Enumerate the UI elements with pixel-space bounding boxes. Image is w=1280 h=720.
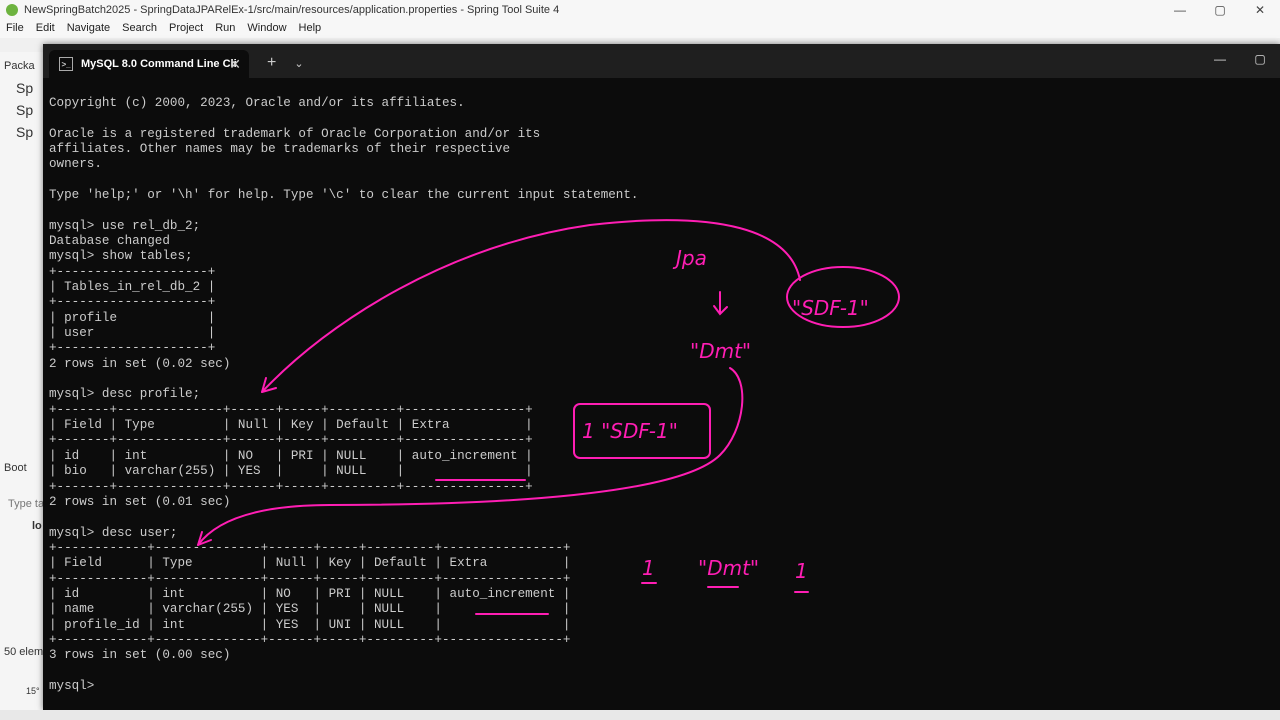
tree-item-local[interactable]: lo	[32, 520, 42, 532]
terminal-line: | name | varchar(255) | YES | | NULL | |	[49, 602, 571, 617]
terminal-line: | Tables_in_rel_db_2 |	[49, 280, 216, 295]
terminal-line: affiliates. Other names may be trademark…	[49, 142, 511, 157]
tree-item-project-3[interactable]: Sp	[16, 124, 33, 140]
filter-input[interactable]: Type ta	[8, 498, 44, 510]
terminal-line: +--------------------+	[49, 341, 216, 356]
menu-navigate[interactable]: Navigate	[61, 20, 116, 38]
terminal-line: Copyright (c) 2000, 2023, Oracle and/or …	[49, 96, 465, 110]
terminal-line: owners.	[49, 157, 102, 172]
terminal-line: Type 'help;' or '\h' for help. Type '\c'…	[49, 188, 639, 203]
terminal-icon: >_	[59, 57, 73, 71]
chevron-down-icon[interactable]: ⌄	[294, 57, 303, 70]
maximize-button[interactable]: ▢	[1200, 0, 1240, 20]
terminal-line: | Field | Type | Null | Key | Default | …	[49, 418, 533, 433]
menu-window[interactable]: Window	[241, 20, 292, 38]
status-count: 50 eleme	[4, 646, 44, 658]
terminal-line: +--------------------+	[49, 295, 216, 310]
minimize-button[interactable]: —	[1160, 0, 1200, 20]
terminal-line: | bio | varchar(255) | YES | | NULL | |	[49, 464, 533, 479]
terminal-line: +------------+--------------+------+----…	[49, 571, 571, 586]
close-tab-icon[interactable]: ✕	[229, 56, 241, 73]
menu-edit[interactable]: Edit	[30, 20, 61, 38]
terminal-line: +--------------------+	[49, 264, 216, 279]
terminal-line: mysql> desc user;	[49, 525, 178, 540]
menu-run[interactable]: Run	[209, 20, 241, 38]
terminal-line: 2 rows in set (0.01 sec)	[49, 494, 231, 509]
close-button[interactable]: ✕	[1240, 0, 1280, 20]
ide-menu-bar: File Edit Navigate Search Project Run Wi…	[0, 20, 1280, 38]
tree-item-project-1[interactable]: Sp	[16, 80, 33, 96]
terminal-line: +-------+--------------+------+-----+---…	[49, 433, 533, 448]
terminal-line: +-------+--------------+------+-----+---…	[49, 479, 533, 494]
terminal-line: Oracle is a registered trademark of Orac…	[49, 126, 541, 141]
terminal-line: +------------+--------------+------+----…	[49, 540, 571, 555]
terminal-tab-bar: >_ MySQL 8.0 Command Line Cli ✕ + ⌄ — ▢	[43, 44, 1280, 78]
ide-title-bar: NewSpringBatch2025 - SpringDataJPARelEx-…	[0, 0, 1280, 20]
terminal-line: | Field | Type | Null | Key | Default | …	[49, 556, 571, 571]
tree-item-project-2[interactable]: Sp	[16, 102, 33, 118]
terminal-minimize-button[interactable]: —	[1200, 44, 1240, 74]
mysql-terminal-window: >_ MySQL 8.0 Command Line Cli ✕ + ⌄ — ▢ …	[43, 44, 1280, 710]
package-explorer-panel: Packa Sp Sp Sp Boot Type ta lo 50 eleme …	[0, 52, 44, 720]
menu-file[interactable]: File	[0, 20, 30, 38]
package-explorer-tab[interactable]: Packa	[4, 60, 35, 72]
terminal-line: 2 rows in set (0.02 sec)	[49, 356, 231, 371]
terminal-line: mysql> show tables;	[49, 249, 193, 264]
boot-dashboard-tab[interactable]: Boot	[4, 462, 27, 474]
ide-title: NewSpringBatch2025 - SpringDataJPARelEx-…	[24, 4, 560, 16]
terminal-line: | user |	[49, 326, 216, 341]
terminal-window-controls: — ▢	[1200, 44, 1280, 74]
taskbar-strip	[0, 710, 1280, 720]
ide-window-controls: — ▢ ✕	[1160, 0, 1280, 20]
menu-search[interactable]: Search	[116, 20, 163, 38]
terminal-line: mysql> use rel_db_2;	[49, 218, 201, 233]
terminal-line: 3 rows in set (0.00 sec)	[49, 648, 231, 663]
terminal-line: mysql> desc profile;	[49, 387, 201, 402]
terminal-line: | id | int | NO | PRI | NULL | auto_incr…	[49, 586, 571, 601]
new-tab-icon[interactable]: +	[267, 54, 276, 72]
terminal-line: +-------+--------------+------+-----+---…	[49, 402, 533, 417]
terminal-line: mysql>	[49, 678, 102, 693]
spring-tool-suite-icon	[6, 4, 18, 16]
weather-widget[interactable]: 15°	[26, 686, 40, 696]
terminal-maximize-button[interactable]: ▢	[1240, 44, 1280, 74]
terminal-line: | profile_id | int | YES | UNI | NULL | …	[49, 617, 571, 632]
terminal-output[interactable]: Copyright (c) 2000, 2023, Oracle and/or …	[49, 96, 1274, 696]
menu-help[interactable]: Help	[293, 20, 328, 38]
terminal-line: | profile |	[49, 310, 216, 325]
tab-mysql-cli[interactable]: >_ MySQL 8.0 Command Line Cli ✕	[49, 50, 249, 78]
terminal-line: +------------+--------------+------+----…	[49, 632, 571, 647]
terminal-line: Database changed	[49, 234, 170, 249]
menu-project[interactable]: Project	[163, 20, 209, 38]
tab-title: MySQL 8.0 Command Line Cli	[81, 58, 237, 70]
terminal-line: | id | int | NO | PRI | NULL | auto_incr…	[49, 448, 533, 463]
